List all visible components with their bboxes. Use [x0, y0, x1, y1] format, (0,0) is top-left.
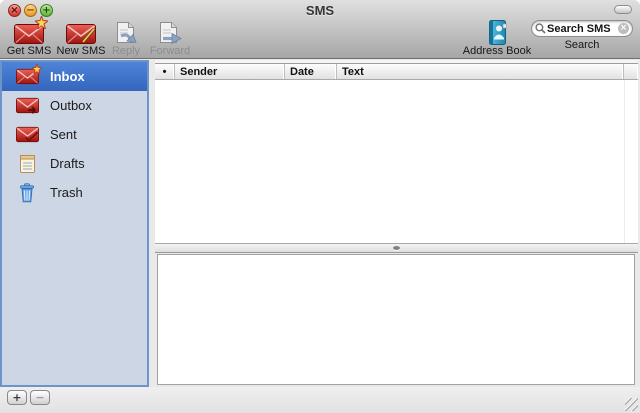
envelope-star-icon — [14, 16, 48, 45]
sidebar-item-label: Outbox — [50, 98, 92, 113]
mailbox-sidebar: Inbox Outbox Sent Drafts Trash — [0, 60, 149, 387]
search-group: × Search — [528, 20, 636, 51]
address-book-icon — [487, 20, 508, 45]
new-sms-button[interactable]: New SMS — [54, 20, 108, 57]
remove-mailbox-button: − — [30, 390, 50, 405]
message-preview-pane — [157, 254, 635, 385]
splitter-grip-icon — [393, 246, 400, 250]
search-clear-icon[interactable]: × — [618, 23, 629, 34]
sidebar-item-inbox[interactable]: Inbox — [2, 62, 147, 91]
column-header-sender[interactable]: Sender — [175, 64, 285, 79]
message-list-body[interactable] — [155, 80, 638, 243]
get-sms-button[interactable]: Get SMS — [4, 16, 54, 57]
search-field[interactable]: × — [531, 20, 633, 37]
column-header-text[interactable]: Text — [337, 64, 624, 79]
reply-label: Reply — [111, 45, 141, 57]
column-header-date[interactable]: Date — [285, 64, 337, 79]
search-input[interactable] — [546, 22, 618, 35]
document-reply-arrow-icon — [113, 20, 139, 45]
bottom-bar — [0, 387, 640, 413]
sidebar-item-label: Inbox — [50, 69, 85, 84]
forward-button: Forward — [146, 20, 194, 57]
envelope-pencil-icon — [66, 20, 96, 45]
sidebar-item-label: Trash — [50, 185, 83, 200]
window-chrome: × − + SMS Get SMS New SMS Reply Forward … — [0, 0, 640, 59]
sidebar-item-label: Drafts — [50, 156, 85, 171]
trash-can-icon — [15, 182, 39, 203]
sidebar-item-label: Sent — [50, 127, 77, 142]
reply-button: Reply — [106, 20, 146, 57]
magnifier-icon — [535, 23, 546, 34]
search-label: Search — [564, 39, 600, 51]
message-list-header: • Sender Date Text — [155, 63, 638, 80]
star-badge-icon — [35, 16, 48, 29]
address-book-button[interactable]: Address Book — [458, 20, 536, 57]
sidebar-item-sent[interactable]: Sent — [2, 120, 147, 149]
close-button[interactable]: × — [8, 4, 21, 17]
document-forward-arrow-icon — [157, 20, 183, 45]
inbox-envelope-icon — [15, 63, 42, 87]
address-book-label: Address Book — [462, 45, 532, 57]
new-sms-label: New SMS — [56, 45, 106, 57]
outbox-envelope-icon — [15, 96, 39, 116]
sent-envelope-icon — [15, 125, 39, 145]
window-resize-grip[interactable] — [625, 398, 638, 411]
sidebar-item-drafts[interactable]: Drafts — [2, 149, 147, 178]
window-title: SMS — [305, 3, 335, 18]
column-header-scroll-spacer — [624, 64, 638, 79]
pane-splitter[interactable] — [155, 243, 638, 253]
message-list-scrollbar-track — [624, 80, 638, 243]
sms-app-window: × − + SMS Get SMS New SMS Reply Forward … — [0, 0, 640, 413]
add-mailbox-button[interactable]: + — [7, 390, 27, 405]
forward-label: Forward — [149, 45, 191, 57]
sidebar-item-outbox[interactable]: Outbox — [2, 91, 147, 120]
drafts-notepad-icon — [15, 154, 39, 174]
column-header-unread[interactable]: • — [155, 64, 175, 79]
get-sms-label: Get SMS — [6, 45, 52, 57]
toolbar-toggle-button[interactable] — [614, 5, 632, 14]
sidebar-item-trash[interactable]: Trash — [2, 178, 147, 207]
